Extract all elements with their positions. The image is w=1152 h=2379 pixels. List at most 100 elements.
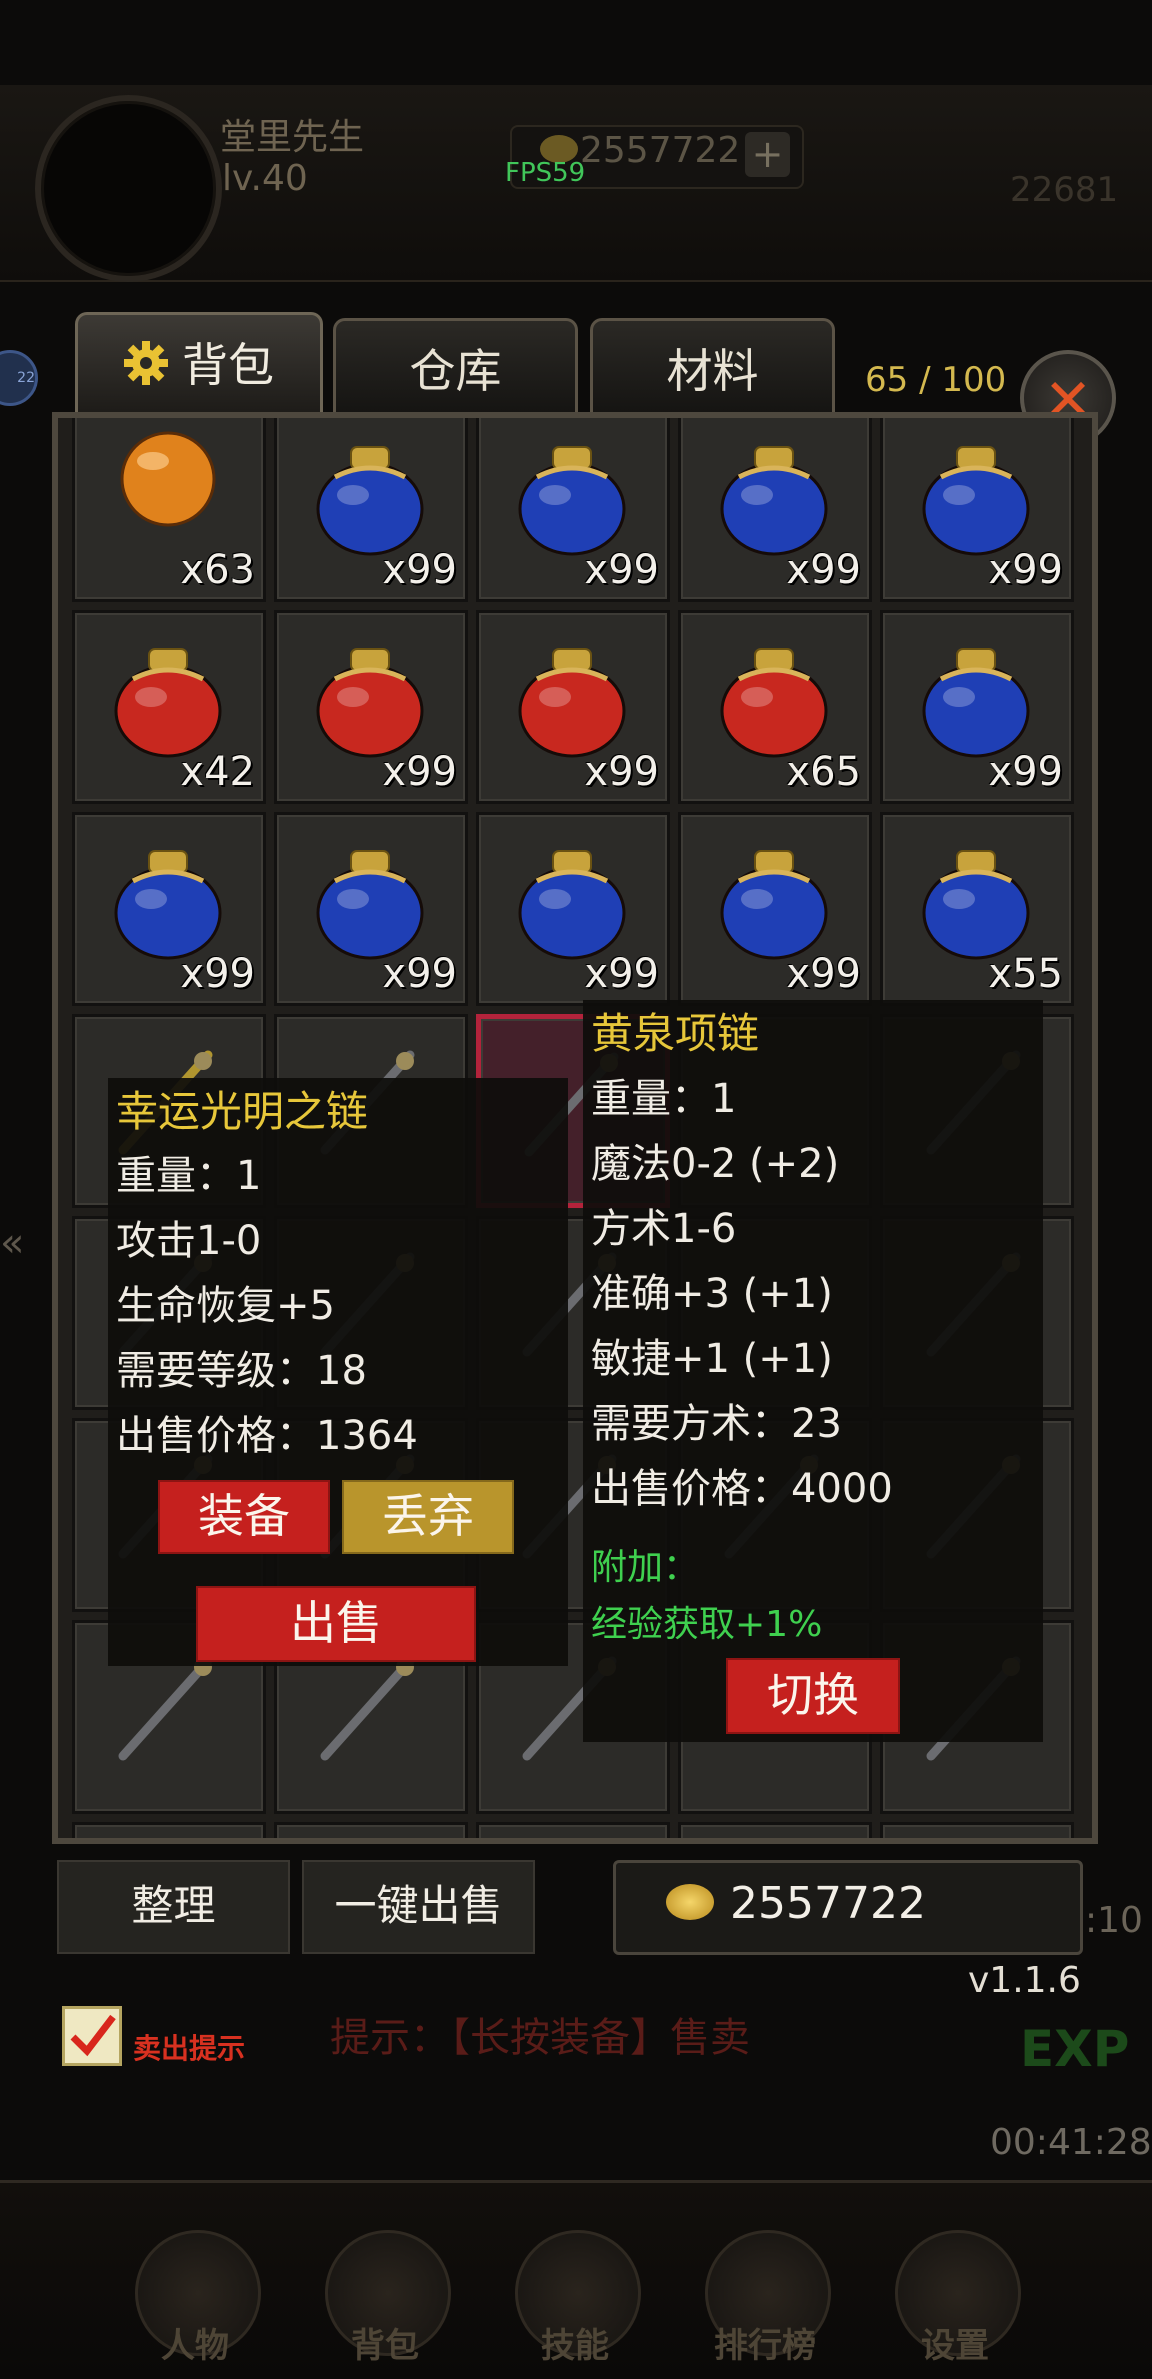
inventory-slot[interactable]: x99 [880, 610, 1074, 804]
tab-bag-label: 背包 [182, 338, 274, 392]
helmet-icon [507, 1843, 637, 1844]
inventory-slot[interactable]: x99 [72, 812, 266, 1006]
item-stat: 魔法0-2 (+2) [591, 1141, 840, 1187]
nav-bag[interactable]: 背包 [315, 2318, 455, 2367]
inventory-slot[interactable]: x99 [274, 418, 468, 602]
bag-capacity: 65 / 100 [865, 360, 1007, 400]
inventory-slot[interactable]: x55 [880, 812, 1074, 1006]
blue-potion-icon [316, 850, 424, 960]
item-stat: 攻击1-0 [116, 1218, 262, 1264]
nav-ranking[interactable]: 排行榜 [695, 2318, 835, 2367]
session-timer: 00:41:28 [990, 2122, 1152, 2163]
item-tooltip-left: 幸运光明之链 重量：1 攻击1-0 生命恢复+5 需要等级：18 出售价格：13… [108, 1078, 568, 1666]
inventory-slot[interactable]: x99 [476, 418, 670, 602]
tab-materials[interactable]: 材料 [590, 318, 835, 413]
gold-coin-icon [666, 1884, 714, 1920]
sort-button[interactable]: 整理 [57, 1860, 290, 1954]
inventory-slot[interactable]: x99 [476, 610, 670, 804]
inventory-slot[interactable] [274, 1822, 468, 1844]
sell-hint-checkbox[interactable] [62, 2006, 122, 2066]
tab-storage[interactable]: 仓库 [333, 318, 578, 413]
inventory-slot[interactable]: x65 [678, 610, 872, 804]
item-stat: 需要方术：23 [591, 1401, 842, 1447]
item-quantity: x99 [786, 951, 861, 997]
nav-skills[interactable]: 技能 [505, 2318, 645, 2367]
item-stat: 出售价格：1364 [116, 1413, 418, 1459]
exp-icon[interactable]: EXP [1020, 2020, 1129, 2078]
item-quantity: x99 [382, 547, 457, 593]
helmet-icon [911, 1843, 1041, 1844]
discard-button[interactable]: 丢弃 [342, 1480, 514, 1554]
gear-icon [124, 341, 168, 385]
inventory-slot[interactable] [678, 1822, 872, 1844]
item-quantity: x42 [180, 749, 255, 795]
player-level: lv.40 [222, 158, 308, 199]
blue-potion-icon [720, 850, 828, 960]
inventory-slot[interactable] [72, 1822, 266, 1844]
side-badge[interactable]: 22 [0, 350, 38, 406]
side-timer: :10 [1085, 1900, 1143, 1941]
tab-bag[interactable]: 背包 [75, 312, 323, 414]
item-stat: 方术1-6 [591, 1206, 737, 1252]
red-potion-icon [114, 648, 222, 758]
sell-button[interactable]: 出售 [196, 1586, 476, 1662]
item-quantity: x99 [180, 951, 255, 997]
hint-text: 提示：【长按装备】售卖 [330, 2015, 750, 2061]
inventory-slot[interactable]: x99 [476, 812, 670, 1006]
add-gold-button[interactable]: + [745, 132, 790, 177]
inventory-slot[interactable]: x99 [678, 812, 872, 1006]
gold-amount-top: 2557722 [580, 130, 741, 171]
inventory-slot[interactable] [476, 1822, 670, 1844]
blue-potion-icon [922, 446, 1030, 556]
boots-icon [103, 1843, 233, 1844]
player-name: 堂里先生 [220, 117, 365, 158]
inventory-slot[interactable]: x99 [880, 418, 1074, 602]
item-quantity: x63 [180, 547, 255, 593]
gold-amount: 2557722 [730, 1878, 926, 1929]
item-stat: 重量：1 [116, 1153, 262, 1199]
orange-orb-icon [120, 431, 216, 527]
item-title: 幸运光明之链 [116, 1087, 369, 1136]
item-extra-label: 附加： [591, 1547, 700, 1588]
item-quantity: x99 [988, 547, 1063, 593]
item-quantity: x99 [584, 749, 659, 795]
inventory-slot[interactable]: x99 [678, 418, 872, 602]
item-quantity: x55 [988, 951, 1063, 997]
helmet-icon [709, 1843, 839, 1844]
item-stat: 生命恢复+5 [116, 1283, 335, 1329]
inventory-slot[interactable] [880, 1822, 1074, 1844]
side-number: 22681 [1010, 170, 1119, 210]
blue-potion-icon [922, 648, 1030, 758]
inventory-slot[interactable]: x63 [72, 418, 266, 602]
sell-all-button[interactable]: 一键出售 [302, 1860, 535, 1954]
switch-button[interactable]: 切换 [726, 1658, 900, 1734]
blue-potion-icon [114, 850, 222, 960]
nav-character[interactable]: 人物 [125, 2318, 265, 2367]
sell-hint-label: 卖出提示 [133, 2032, 246, 2065]
avatar[interactable] [35, 95, 222, 282]
red-potion-icon [720, 648, 828, 758]
blue-potion-icon [518, 446, 626, 556]
item-tooltip-right: 黄泉项链 重量：1 魔法0-2 (+2) 方术1-6 准确+3 (+1) 敏捷+… [583, 1000, 1043, 1742]
item-quantity: x99 [988, 749, 1063, 795]
fps-counter: FPS59 [505, 158, 586, 188]
item-stat: 需要等级：18 [116, 1348, 367, 1394]
item-quantity: x65 [786, 749, 861, 795]
item-quantity: x99 [584, 951, 659, 997]
equip-button[interactable]: 装备 [158, 1480, 330, 1554]
item-quantity: x99 [382, 749, 457, 795]
red-potion-icon [518, 648, 626, 758]
item-quantity: x99 [584, 547, 659, 593]
inventory-slot[interactable]: x99 [274, 812, 468, 1006]
item-stat: 重量：1 [591, 1076, 737, 1122]
sword-icon [305, 1843, 435, 1844]
chevron-left-icon[interactable]: « [0, 1220, 24, 1266]
nav-settings[interactable]: 设置 [885, 2318, 1025, 2367]
inventory-slot[interactable]: x42 [72, 610, 266, 804]
inventory-slot[interactable]: x99 [274, 610, 468, 804]
blue-potion-icon [316, 446, 424, 556]
item-extra-stat: 经验获取+1% [591, 1604, 823, 1645]
checkmark-icon [70, 2014, 116, 2057]
version-label: v1.1.6 [968, 1960, 1081, 2001]
item-stat: 出售价格：4000 [591, 1466, 893, 1512]
